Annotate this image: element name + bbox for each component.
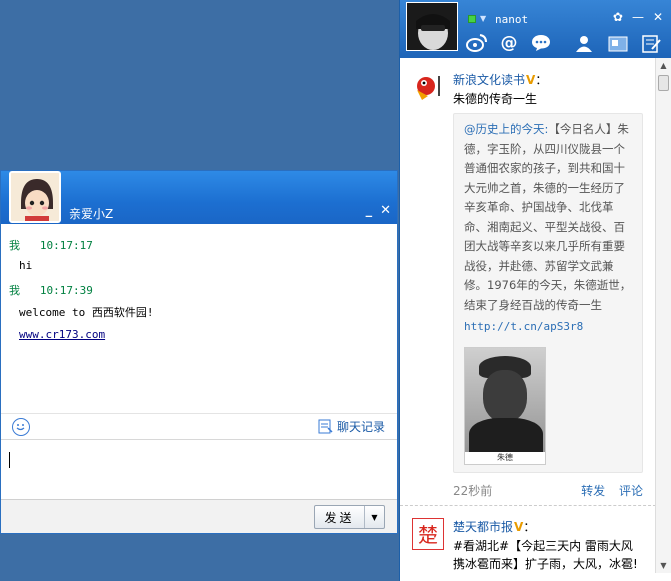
user-avatar[interactable]	[406, 2, 458, 51]
message-text: hi	[19, 259, 33, 272]
weibo-header: ▼ nanot ✿ — ✕ @	[400, 0, 671, 58]
contact-avatar[interactable]	[9, 171, 61, 223]
status-dropdown-icon[interactable]: ▼	[480, 14, 486, 23]
close-button[interactable]: ✕	[380, 203, 391, 218]
post-divider	[400, 505, 656, 506]
chutian-logo-icon[interactable]: 楚	[412, 518, 444, 550]
contacts-icon[interactable]	[573, 33, 595, 55]
post-author-colon: ：	[535, 73, 548, 87]
sina-culture-logo-icon[interactable]	[412, 70, 444, 102]
mention-icon[interactable]: @	[498, 32, 520, 54]
message-sender: 我	[9, 284, 20, 297]
send-button-label: 发送	[324, 510, 355, 525]
verified-icon: V	[514, 520, 524, 534]
post-author[interactable]: 楚天都市报V：	[453, 518, 535, 535]
post-author[interactable]: 新浪文化读书V：	[453, 71, 547, 88]
chat-history-button[interactable]: 聊天记录	[318, 418, 385, 435]
message-text: welcome to 西西软件园!	[19, 306, 154, 319]
scroll-thumb[interactable]	[658, 75, 669, 91]
message-header: 我 10:17:17	[9, 237, 389, 253]
comment-icon[interactable]	[530, 32, 552, 54]
minimize-button[interactable]: _	[366, 203, 373, 218]
post-author-colon: ：	[523, 520, 536, 534]
history-icon	[318, 419, 333, 434]
repost-button[interactable]: 转发	[581, 484, 605, 498]
weibo-feed: 新浪文化读书V： 朱德的传奇一生 @历史上的今天:【今日名人】朱德，字玉阶，从四…	[400, 58, 656, 573]
chat-title: 亲爱小Z	[69, 207, 114, 221]
weibo-home-icon[interactable]	[466, 32, 488, 54]
quoted-text: 【今日名人】朱德，字玉阶，从四川仪陇县一个普通佃农家的孩子，到共和国十大元帅之首…	[464, 122, 632, 312]
post-time: 22秒前	[453, 484, 493, 498]
photo-caption: 朱德	[465, 451, 545, 464]
emoji-icon[interactable]	[12, 418, 30, 436]
message-link-row: www.cr173.com	[9, 328, 389, 341]
chat-window-controls: _ ✕	[366, 203, 391, 218]
weibo-window-controls: ✿ — ✕	[613, 10, 663, 24]
message-header: 我 10:17:39	[9, 282, 389, 298]
skin-icon[interactable]: ✿	[613, 10, 623, 24]
weibo-panel: ▼ nanot ✿ — ✕ @ 新浪文化读书V： 朱德的传奇一生 @历史上的今天…	[399, 0, 671, 581]
verified-icon: V	[526, 73, 536, 87]
message-input[interactable]	[1, 439, 397, 499]
quoted-link[interactable]: http://t.cn/apS3r8	[464, 317, 632, 337]
message-list: 我 10:17:17 hi 我 10:17:39 welcome to 西西软件…	[1, 229, 397, 409]
message-time: 10:17:39	[39, 284, 93, 297]
post-actions: 转发 评论	[571, 482, 643, 499]
chat-history-label: 聊天记录	[336, 420, 385, 434]
message-time: 10:17:17	[39, 239, 93, 252]
post-photo[interactable]: 朱德	[464, 346, 546, 465]
svg-text:楚: 楚	[418, 523, 438, 547]
feed-scrollbar[interactable]: ▲ ▼	[655, 58, 671, 573]
post-text: #看湖北#【今起三天内 雷雨大风携冰雹而来】扩子雨，大风，冰雹!	[453, 539, 638, 571]
quoted-author-mention[interactable]: @历史上的今天:	[464, 122, 548, 136]
close-button[interactable]: ✕	[653, 10, 663, 24]
send-button[interactable]: 发送 ▼	[314, 505, 385, 529]
scroll-down-icon[interactable]: ▼	[656, 558, 671, 573]
chat-toolbar: 聊天记录	[1, 413, 397, 439]
minimize-button[interactable]: —	[632, 10, 644, 24]
compose-icon[interactable]	[641, 33, 663, 55]
chat-footer: 发送 ▼	[1, 499, 397, 533]
quoted-post: @历史上的今天:【今日名人】朱德，字玉阶，从四川仪陇县一个普通佃农家的孩子，到共…	[453, 113, 643, 473]
online-status-icon[interactable]	[468, 15, 476, 23]
message-link[interactable]: www.cr173.com	[19, 328, 105, 341]
comment-button[interactable]: 评论	[619, 484, 643, 498]
post-author-name: 新浪文化读书	[453, 73, 526, 87]
text-caret	[9, 452, 10, 468]
post-text: 朱德的传奇一生	[453, 92, 538, 106]
post-meta: 22秒前 转发 评论	[453, 482, 643, 499]
post-author-name: 楚天都市报	[453, 520, 514, 534]
chat-header: 亲爱小Z _ ✕	[1, 171, 397, 224]
scroll-up-icon[interactable]: ▲	[656, 58, 671, 73]
chat-window: 亲爱小Z _ ✕ 我 10:17:17 hi 我 10:17:39 welcom…	[0, 170, 398, 534]
send-options-dropdown-icon[interactable]: ▼	[364, 506, 384, 528]
weibo-tabs: @	[466, 32, 552, 54]
weibo-right-tabs	[573, 33, 663, 55]
username: nanot	[495, 13, 529, 26]
message-box-icon[interactable]	[607, 33, 629, 55]
message-sender: 我	[9, 239, 20, 252]
